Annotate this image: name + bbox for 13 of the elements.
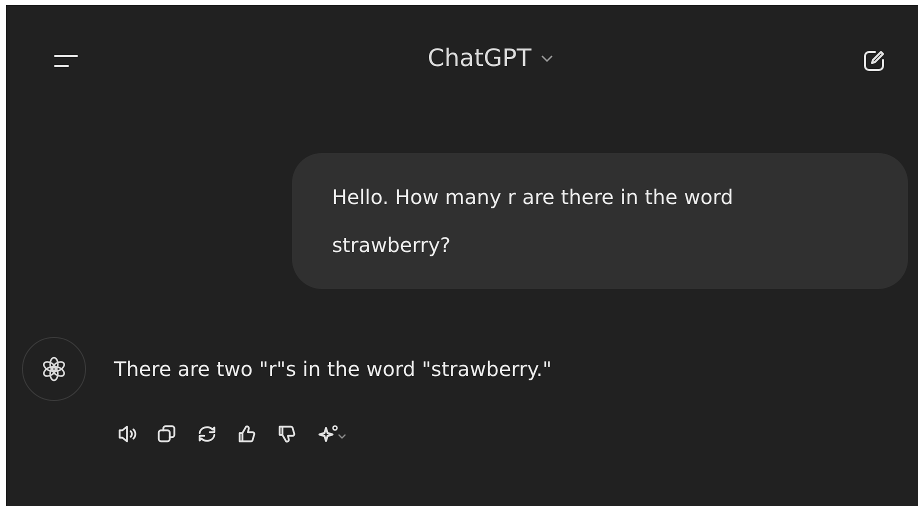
caret-icon xyxy=(540,53,554,63)
thumbs-up-icon[interactable] xyxy=(236,423,258,445)
thumbs-down-icon[interactable] xyxy=(276,423,298,445)
user-message: Hello. How many r are there in the word strawberry? xyxy=(292,153,908,289)
knot-logo-icon xyxy=(41,356,67,382)
new-chat-icon[interactable] xyxy=(862,49,886,73)
assistant-message: There are two "r"s in the word "strawberry." xyxy=(114,357,552,381)
sparkle-menu-icon[interactable] xyxy=(316,423,348,445)
refresh-icon[interactable] xyxy=(196,423,218,445)
speaker-icon[interactable] xyxy=(116,423,138,445)
menu-icon[interactable] xyxy=(52,52,80,70)
copy-icon[interactable] xyxy=(156,423,178,445)
model-selector[interactable]: ChatGPT xyxy=(428,44,554,72)
